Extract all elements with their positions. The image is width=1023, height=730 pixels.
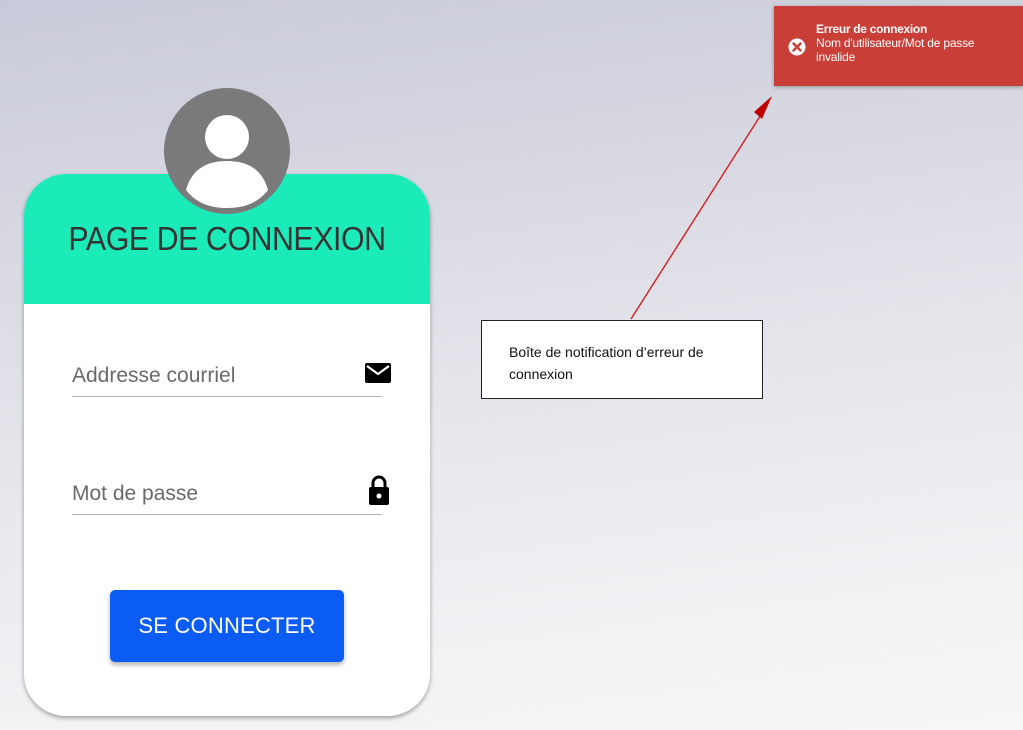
envelope-icon [365, 363, 391, 383]
annotation-box: Boîte de notification d’erreur de connex… [481, 320, 763, 399]
email-input[interactable] [72, 364, 352, 388]
avatar [164, 88, 290, 214]
toast-message: Nom d'utilisateur/Mot de passe invalide [816, 36, 975, 64]
arrowhead-icon [754, 96, 772, 119]
error-toast[interactable]: Erreur de connexion Nom d'utilisateur/Mo… [774, 6, 1023, 86]
lock-icon [369, 475, 389, 505]
login-button[interactable]: SE CONNECTER [110, 590, 344, 662]
annotation-text: Boîte de notification d’erreur de connex… [509, 344, 704, 382]
page-title: PAGE DE CONNEXION [68, 220, 386, 257]
password-input[interactable] [72, 482, 352, 506]
toast-title: Erreur de connexion [816, 22, 927, 36]
password-field-container [72, 474, 382, 515]
email-field-container [72, 356, 382, 397]
user-avatar-icon [186, 115, 268, 208]
close-circle-icon[interactable] [788, 38, 806, 56]
